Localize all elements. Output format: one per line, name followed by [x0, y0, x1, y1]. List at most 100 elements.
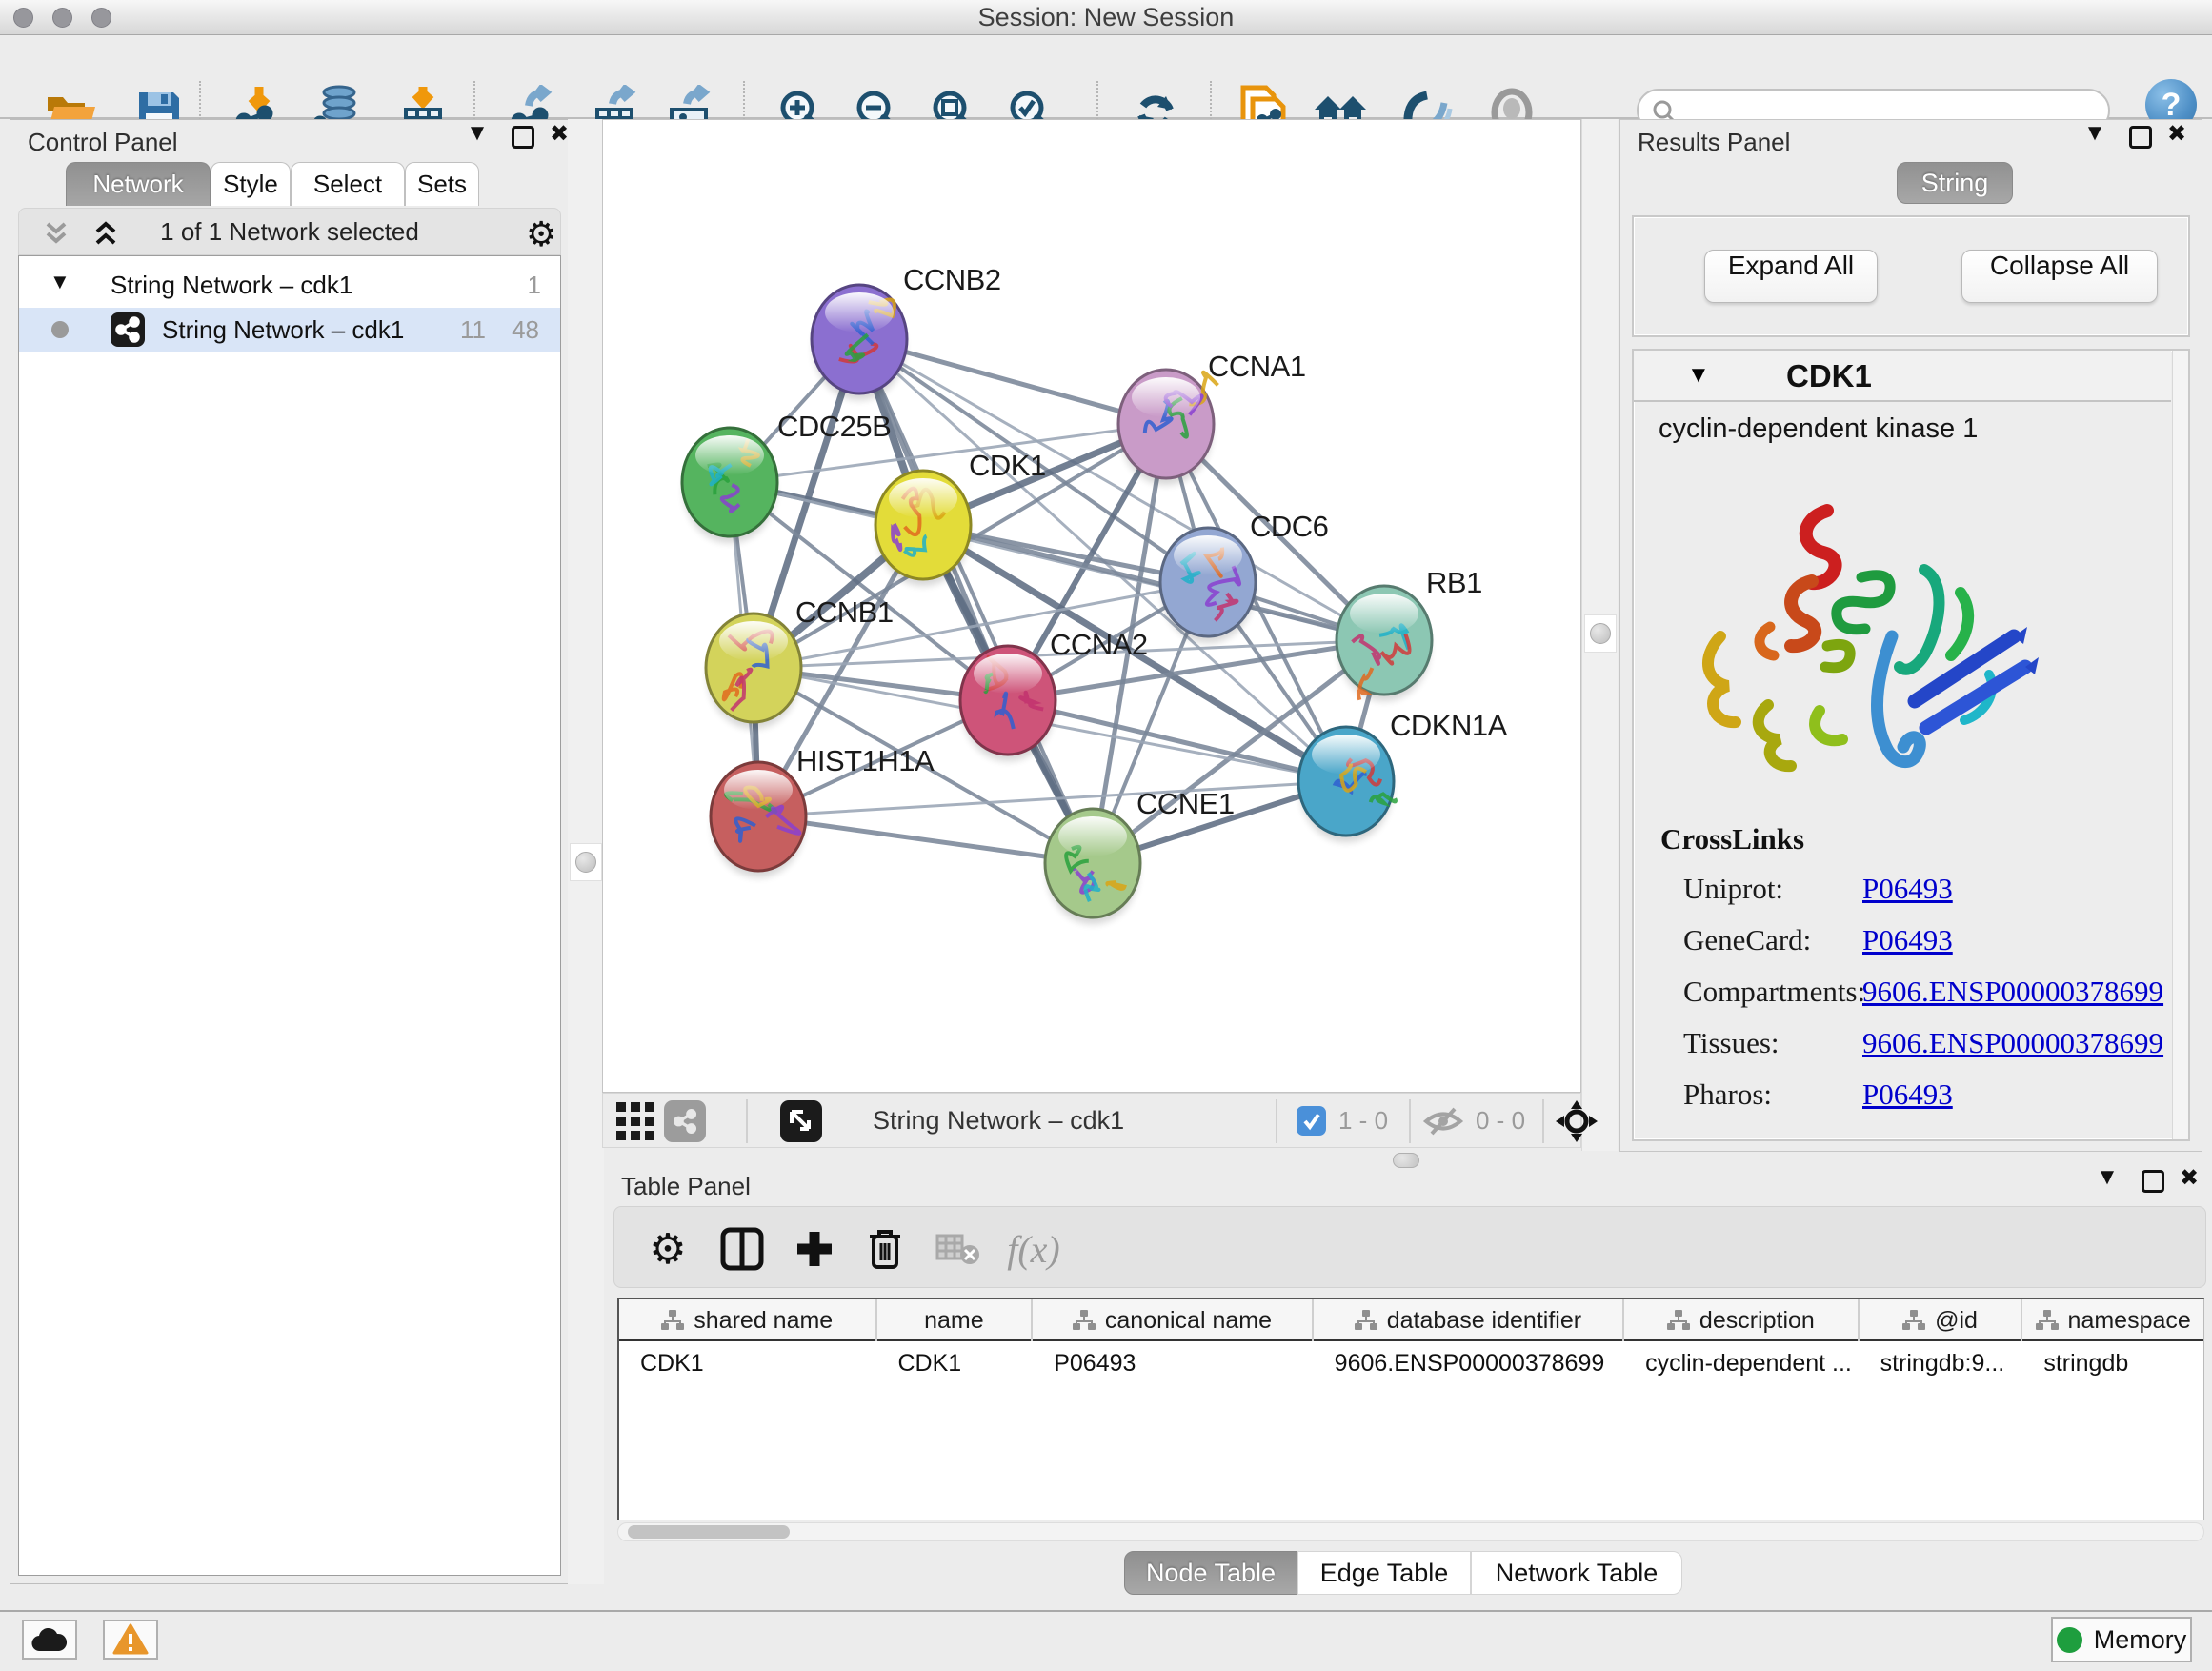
node-label: RB1 — [1426, 566, 1482, 599]
crosslinks-title: CrossLinks — [1660, 822, 2175, 856]
node-layer: CCNB2CCNA1CDC25BCDK1CDC6RB1CCNB1CCNA2CDK… — [682, 263, 1508, 924]
titlebar: Session: New Session — [0, 0, 2212, 35]
selected-counts: 1 - 0 — [1338, 1106, 1388, 1136]
hidden-counts: 0 - 0 — [1476, 1106, 1525, 1136]
node-label: HIST1H1A — [796, 744, 935, 777]
network-view-toolbar: String Network – cdk1 1 - 0 0 - 0 — [602, 1093, 1581, 1148]
node-label: CCNA2 — [1050, 628, 1148, 661]
grid-view-icon[interactable] — [616, 1102, 656, 1147]
tab-network[interactable]: Network — [66, 162, 211, 206]
delete-table-icon — [931, 1222, 984, 1276]
current-network-name: String Network – cdk1 — [873, 1106, 1124, 1136]
delete-column-icon[interactable] — [858, 1222, 912, 1276]
table-options-gear-icon[interactable]: ⚙ — [641, 1222, 694, 1276]
horizontal-scrollbar[interactable] — [617, 1522, 2204, 1541]
crosslink-row: Compartments: 9606.ENSP00000378699 — [1660, 975, 2175, 1026]
memory-button[interactable]: Memory — [2051, 1617, 2192, 1662]
results-panel-title: Results Panel — [1638, 128, 1790, 157]
node-label: CCNB1 — [795, 595, 894, 629]
column-header[interactable]: shared name — [619, 1299, 877, 1341]
collapse-all-button[interactable]: Collapse All — [1961, 250, 2158, 303]
crosslink-row: Pharos: P06493 — [1660, 1077, 2175, 1129]
memory-status-dot — [2057, 1627, 2082, 1653]
crosslink-row: Tissues: 9606.ENSP00000378699 — [1660, 1026, 2175, 1077]
status-bar: Memory — [0, 1610, 2212, 1671]
table-row[interactable]: CDK1 CDK1 P06493 9606.ENSP00000378699 cy… — [619, 1343, 2203, 1383]
zoom-window-button[interactable] — [91, 8, 111, 28]
network-label: String Network – cdk1 — [162, 315, 404, 345]
function-builder-icon: f(x) — [1007, 1222, 1060, 1276]
node-table[interactable]: shared name name canonical name database… — [617, 1298, 2204, 1520]
gear-icon[interactable]: ⚙ — [526, 214, 556, 254]
tab-edge-table[interactable]: Edge Table — [1297, 1551, 1471, 1595]
string-view-icon[interactable] — [664, 1100, 706, 1142]
network-canvas[interactable]: CCNB2CCNA1CDC25BCDK1CDC6RB1CCNB1CCNA2CDK… — [602, 119, 1581, 1093]
expand-all-button[interactable]: Expand All — [1704, 250, 1878, 303]
tab-select[interactable]: Select — [291, 162, 405, 206]
selected-checkbox-icon[interactable] — [1297, 1106, 1326, 1136]
node-label: CDC6 — [1250, 510, 1328, 543]
table-tabs: Node Table Edge Table Network Table — [1124, 1551, 1682, 1595]
crosslink-pharos-link[interactable]: P06493 — [1862, 1077, 1953, 1112]
tab-network-table[interactable]: Network Table — [1471, 1551, 1682, 1595]
panel-close-icon[interactable]: ✖ — [2170, 1164, 2208, 1192]
panel-menu-icon[interactable]: ▼ — [2076, 120, 2114, 147]
add-column-icon[interactable] — [788, 1222, 841, 1276]
collapse-arrow-icon[interactable]: ▼ — [50, 270, 70, 294]
panel-float-icon[interactable] — [504, 126, 542, 155]
split-table-icon[interactable] — [715, 1222, 769, 1276]
table-toolbar: ⚙ f(x) — [613, 1206, 2206, 1288]
node-label: CCNB2 — [903, 263, 1001, 296]
table-panel: Table Panel ▼ ✖ ⚙ f(x) shared name name … — [600, 1164, 2212, 1604]
crosslinks-section: CrossLinks Uniprot: P06493 GeneCard: P06… — [1660, 822, 2175, 1129]
fit-content-icon[interactable] — [1556, 1100, 1598, 1147]
results-content: ▼ CDK1 cyclin-dependent kinase 1 — [1632, 349, 2190, 1141]
right-splitter[interactable] — [1581, 119, 1618, 1151]
column-header[interactable]: database identifier — [1314, 1299, 1624, 1341]
crosslink-genecard-link[interactable]: P06493 — [1862, 923, 1953, 957]
results-controls: Expand All Collapse All — [1632, 215, 2190, 337]
crosslink-compartments-link[interactable]: 9606.ENSP00000378699 — [1862, 975, 2163, 1009]
hidden-eye-icon[interactable] — [1422, 1105, 1464, 1142]
close-window-button[interactable] — [13, 8, 33, 28]
panel-menu-icon[interactable]: ▼ — [2088, 1164, 2126, 1191]
tab-string[interactable]: String — [1897, 162, 2013, 204]
network-tree: ▼ String Network – cdk1 1 String Network… — [18, 255, 561, 1576]
crosslink-uniprot-link[interactable]: P06493 — [1862, 872, 1953, 906]
panel-menu-icon[interactable]: ▼ — [458, 120, 496, 147]
table-header-row: shared name name canonical name database… — [619, 1299, 2203, 1341]
column-header[interactable]: description — [1624, 1299, 1860, 1341]
warning-icon[interactable] — [103, 1620, 158, 1660]
network-status-dot — [51, 321, 69, 338]
results-panel: Results Panel ▼ ✖ String Expand All Coll… — [1619, 119, 2202, 1152]
left-splitter[interactable] — [568, 119, 604, 1584]
results-scrollbar[interactable] — [2172, 351, 2188, 1139]
minimize-window-button[interactable] — [52, 8, 72, 28]
crosslink-row: Uniprot: P06493 — [1660, 872, 2175, 923]
tab-sets[interactable]: Sets — [405, 162, 479, 206]
column-header[interactable]: @id — [1860, 1299, 2023, 1341]
node-label: CCNA1 — [1208, 350, 1306, 383]
network-collection-row[interactable]: ▼ String Network – cdk1 1 — [19, 264, 560, 308]
window-title: Session: New Session — [0, 0, 2212, 34]
panel-float-icon[interactable] — [2122, 126, 2160, 155]
crosslink-tissues-link[interactable]: 9606.ENSP00000378699 — [1862, 1026, 2163, 1060]
birdseye-view-icon[interactable] — [780, 1100, 822, 1142]
tab-node-table[interactable]: Node Table — [1124, 1551, 1297, 1595]
panel-float-icon[interactable] — [2134, 1170, 2172, 1199]
network-row[interactable]: String Network – cdk1 11 48 — [19, 308, 560, 352]
column-header[interactable]: canonical name — [1033, 1299, 1313, 1341]
node-label: CDC25B — [777, 410, 891, 443]
panel-close-icon[interactable]: ✖ — [2158, 120, 2196, 148]
gene-name: CDK1 — [1786, 358, 1872, 394]
collapse-arrow-icon[interactable]: ▼ — [1687, 362, 1710, 389]
gene-section-header[interactable]: ▼ CDK1 — [1634, 351, 2171, 402]
table-panel-title: Table Panel — [621, 1172, 751, 1201]
node-count: 11 — [460, 315, 486, 345]
column-header[interactable]: namespace — [2022, 1299, 2203, 1341]
node-label: CDK1 — [969, 449, 1046, 482]
column-header[interactable]: name — [877, 1299, 1034, 1341]
tab-style[interactable]: Style — [211, 162, 291, 206]
protein-structure-image — [1675, 493, 2046, 827]
cloud-icon[interactable] — [22, 1620, 77, 1660]
